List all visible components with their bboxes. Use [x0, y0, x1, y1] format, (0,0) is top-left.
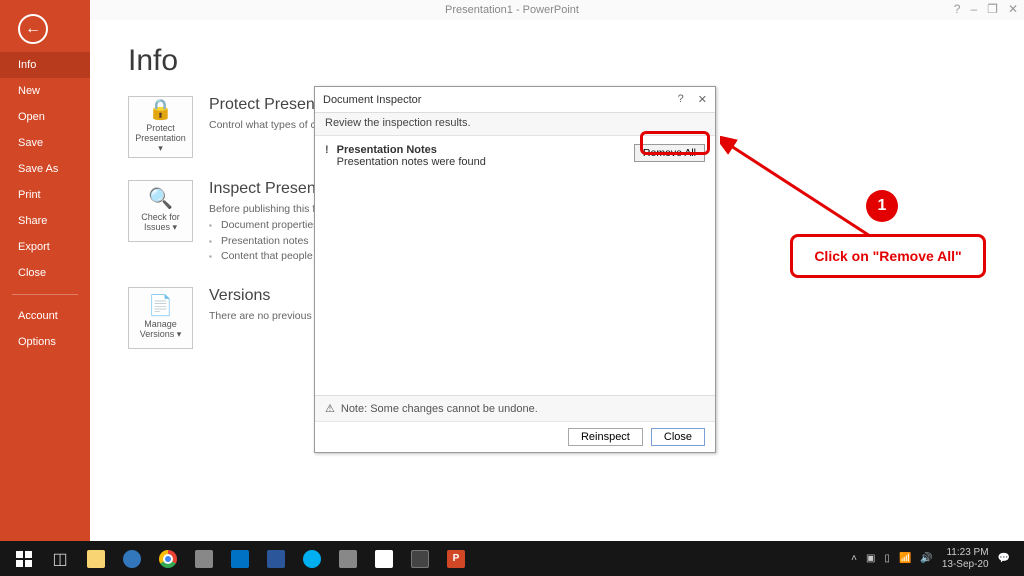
sidebar-item-info[interactable]: Info: [0, 52, 90, 78]
help-icon[interactable]: ?: [954, 2, 961, 16]
dialog-note-text: Note: Some changes cannot be undone.: [341, 403, 538, 415]
sidebar-item-new[interactable]: New: [0, 78, 90, 104]
tile-label: Protect Presentation ▾: [133, 123, 188, 154]
tray-chevron-up-icon[interactable]: ˄: [851, 553, 857, 564]
sidebar-item-label: Print: [18, 189, 41, 201]
annotation-instruction: Click on "Remove All": [790, 234, 986, 278]
taskbar-app-gallery[interactable]: [402, 544, 438, 574]
sidebar-item-label: Share: [18, 215, 47, 227]
reinspect-button[interactable]: Reinspect: [568, 428, 643, 446]
system-tray: ˄ ▣ ▯ 📶 🔊 11:23 PM 13-Sep-20 💬: [851, 547, 1018, 570]
versions-icon: 📄: [148, 296, 173, 316]
sidebar-item-label: Save: [18, 137, 43, 149]
taskbar-app-outlook[interactable]: [222, 544, 258, 574]
dialog-help-icon[interactable]: ?: [678, 93, 684, 106]
magnifier-check-icon: 🔍: [148, 189, 173, 209]
sidebar-item-label: Info: [18, 59, 36, 71]
clock-time: 11:23 PM: [942, 547, 989, 559]
taskbar-app-skype[interactable]: [294, 544, 330, 574]
sidebar-item-share[interactable]: Share: [0, 208, 90, 234]
annotation-step-number: 1: [866, 190, 898, 222]
taskbar-app-generic[interactable]: [186, 544, 222, 574]
sidebar-item-label: New: [18, 85, 40, 97]
tray-notifications-icon[interactable]: 💬: [998, 553, 1010, 564]
minimize-icon[interactable]: –: [970, 2, 977, 16]
arrow-left-icon: ←: [25, 20, 41, 38]
taskbar-app-word[interactable]: [258, 544, 294, 574]
dialog-titlebar: Document Inspector ? ✕: [315, 87, 715, 113]
window-title: Presentation1 - PowerPoint: [445, 4, 579, 16]
windows-taskbar: ◫ P ˄ ▣ ▯ 📶 🔊 11:23 PM 13-Sep-20 💬: [0, 541, 1024, 576]
taskbar-app-mail[interactable]: [366, 544, 402, 574]
task-view-icon[interactable]: ◫: [42, 544, 78, 574]
tray-wifi-icon[interactable]: 📶: [899, 553, 911, 564]
dialog-body: ! Presentation Notes Presentation notes …: [315, 136, 715, 395]
sidebar-nav: Info New Open Save Save As Print Share E…: [0, 52, 90, 355]
instruction-text: Click on "Remove All": [814, 248, 961, 264]
dialog-title: Document Inspector: [323, 94, 421, 106]
step-number: 1: [878, 197, 887, 215]
sidebar-item-label: Save As: [18, 163, 58, 175]
warning-icon: !: [325, 144, 329, 168]
sidebar-item-save[interactable]: Save: [0, 130, 90, 156]
dialog-button-row: Reinspect Close: [315, 421, 715, 452]
warning-triangle-icon: ⚠: [325, 402, 335, 415]
tray-action-center-icon[interactable]: ▣: [866, 553, 875, 564]
sidebar-item-label: Open: [18, 111, 45, 123]
sidebar-item-label: Options: [18, 336, 56, 348]
page-title: Info: [128, 44, 1024, 78]
restore-icon[interactable]: ❐: [987, 2, 998, 16]
lock-icon: 🔒: [148, 100, 173, 120]
back-button[interactable]: ←: [18, 14, 48, 44]
sidebar-item-export[interactable]: Export: [0, 234, 90, 260]
taskbar-app-generic2[interactable]: [330, 544, 366, 574]
sidebar-item-open[interactable]: Open: [0, 104, 90, 130]
tray-clock[interactable]: 11:23 PM 13-Sep-20: [942, 547, 989, 570]
result-desc: Presentation notes were found: [337, 156, 486, 168]
close-button[interactable]: Close: [651, 428, 705, 446]
tray-battery-icon[interactable]: ▯: [884, 553, 890, 564]
taskbar-app-chrome[interactable]: [150, 544, 186, 574]
window-controls: ? – ❐ ✕: [954, 2, 1018, 16]
sidebar-item-close[interactable]: Close: [0, 260, 90, 286]
annotation-highlight: [640, 131, 710, 155]
sidebar-separator: [12, 294, 78, 295]
tray-volume-icon[interactable]: 🔊: [920, 553, 932, 564]
taskbar-app-powerpoint[interactable]: P: [438, 544, 474, 574]
taskbar-app-explorer[interactable]: [78, 544, 114, 574]
sidebar-item-print[interactable]: Print: [0, 182, 90, 208]
tile-label: Manage Versions ▾: [133, 319, 188, 340]
result-title: Presentation Notes: [337, 144, 486, 156]
sidebar-item-options[interactable]: Options: [0, 329, 90, 355]
sidebar-item-label: Close: [18, 267, 46, 279]
dialog-close-icon[interactable]: ✕: [698, 93, 707, 106]
sidebar-item-label: Export: [18, 241, 50, 253]
check-issues-tile[interactable]: 🔍 Check for Issues ▾: [128, 180, 193, 242]
clock-date: 13-Sep-20: [942, 559, 989, 571]
dialog-note: ⚠ Note: Some changes cannot be undone.: [315, 395, 715, 421]
backstage-sidebar: ← Info New Open Save Save As Print Share…: [0, 0, 90, 541]
protect-presentation-tile[interactable]: 🔒 Protect Presentation ▾: [128, 96, 193, 158]
taskbar-app-edge[interactable]: [114, 544, 150, 574]
tile-label: Check for Issues ▾: [133, 212, 188, 233]
sidebar-item-account[interactable]: Account: [0, 303, 90, 329]
start-button[interactable]: [6, 544, 42, 574]
title-bar: Presentation1 - PowerPoint ? – ❐ ✕: [0, 0, 1024, 20]
close-icon[interactable]: ✕: [1008, 2, 1018, 16]
manage-versions-tile[interactable]: 📄 Manage Versions ▾: [128, 287, 193, 349]
sidebar-item-save-as[interactable]: Save As: [0, 156, 90, 182]
sidebar-item-label: Account: [18, 310, 58, 322]
